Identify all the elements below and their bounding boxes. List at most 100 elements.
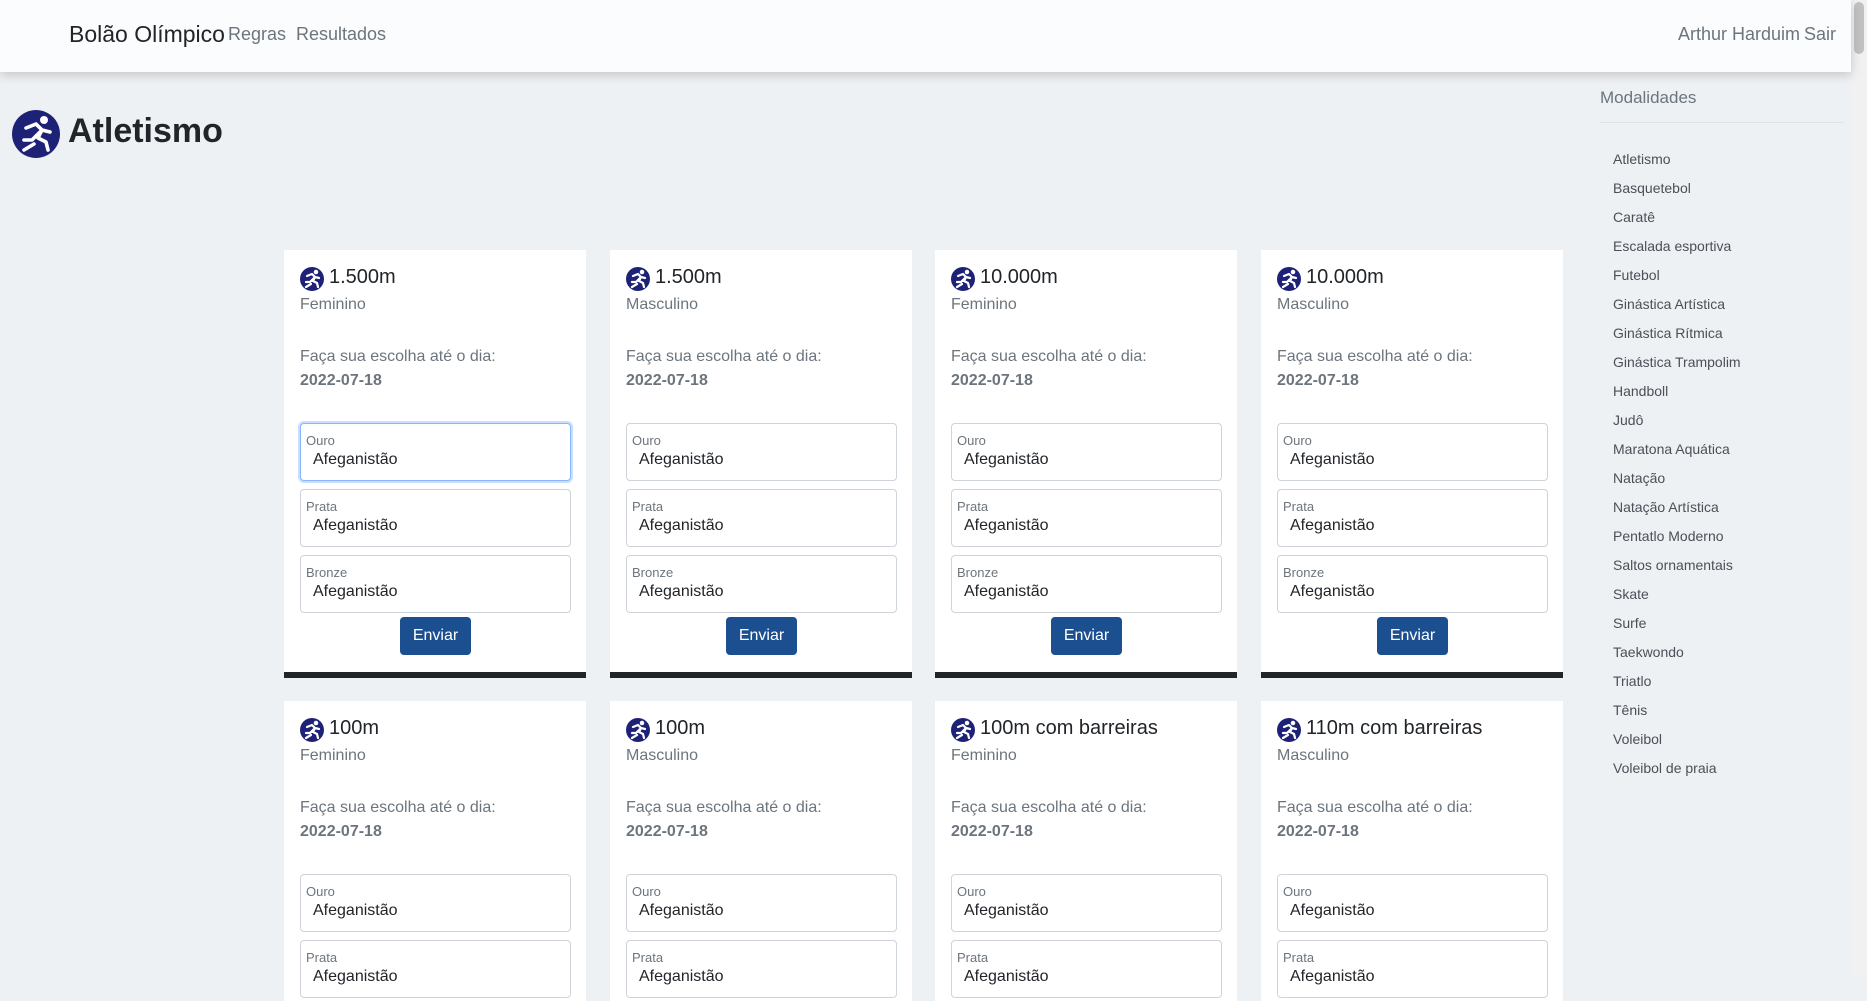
- runner-icon: [300, 267, 324, 291]
- gold-label: Ouro: [306, 433, 335, 448]
- event-gender: Feminino: [951, 296, 1017, 313]
- submit-button[interactable]: Enviar: [1377, 617, 1448, 655]
- scrollbar-thumb[interactable]: [1854, 2, 1864, 54]
- silver-select[interactable]: Prata Afeganistão: [951, 489, 1222, 547]
- scrollbar[interactable]: [1851, 0, 1867, 977]
- navbar: Bolão Olímpico Regras Resultados Arthur …: [0, 0, 1851, 72]
- sidebar-item[interactable]: Ginástica Rítmica: [1613, 319, 1845, 348]
- gold-value: Afeganistão: [313, 451, 398, 468]
- sidebar-item[interactable]: Maratona Aquática: [1613, 435, 1845, 464]
- submit-button[interactable]: Enviar: [1051, 617, 1122, 655]
- event-gender: Masculino: [626, 747, 699, 764]
- sidebar-item[interactable]: Voleibol de praia: [1613, 754, 1845, 783]
- bronze-select[interactable]: Bronze Afeganistão: [1277, 555, 1548, 613]
- runner-icon: [626, 718, 650, 742]
- silver-select[interactable]: Prata Afeganistão: [951, 940, 1222, 998]
- runner-icon: [12, 110, 60, 158]
- sidebar-item[interactable]: Tênis: [1613, 696, 1845, 725]
- deadline-date: 2022-07-18: [626, 372, 708, 389]
- bronze-label: Bronze: [306, 565, 348, 580]
- gold-value: Afeganistão: [1290, 451, 1375, 468]
- bronze-value: Afeganistão: [313, 583, 398, 600]
- event-card: 10.000m Masculino Faça sua escolha até o d…: [1261, 250, 1563, 678]
- sidebar-item[interactable]: Natação: [1613, 464, 1845, 493]
- nav-link-regras[interactable]: Regras: [228, 24, 286, 45]
- sidebar-item[interactable]: Judô: [1613, 406, 1845, 435]
- silver-select[interactable]: Prata Afeganistão: [626, 940, 897, 998]
- deadline-label: Faça sua escolha até o dia:: [300, 799, 496, 816]
- bronze-select[interactable]: Bronze Afeganistão: [300, 555, 571, 613]
- page-title: Atletismo: [68, 112, 223, 150]
- bronze-label: Bronze: [1283, 565, 1325, 580]
- gold-label: Ouro: [957, 884, 986, 899]
- bronze-value: Afeganistão: [1290, 583, 1375, 600]
- gold-select[interactable]: Ouro Afeganistão: [626, 874, 897, 932]
- sidebar-item[interactable]: Futebol: [1613, 261, 1845, 290]
- sidebar-item[interactable]: Taekwondo: [1613, 638, 1845, 667]
- sidebar-item[interactable]: Handboll: [1613, 377, 1845, 406]
- sidebar-item[interactable]: Caratê: [1613, 203, 1845, 232]
- deadline-label: Faça sua escolha até o dia:: [1277, 348, 1473, 365]
- runner-icon: [626, 267, 650, 291]
- silver-select[interactable]: Prata Afeganistão: [300, 489, 571, 547]
- gold-select[interactable]: Ouro Afeganistão: [626, 423, 897, 481]
- bronze-select[interactable]: Bronze Afeganistão: [951, 555, 1222, 613]
- event-title: 1.500m: [329, 266, 396, 288]
- gold-select[interactable]: Ouro Afeganistão: [1277, 874, 1548, 932]
- event-gender: Feminino: [951, 747, 1017, 764]
- event-card: 100m com barreiras Feminino Faça sua escol…: [935, 701, 1237, 1001]
- silver-value: Afeganistão: [1290, 968, 1375, 985]
- silver-label: Prata: [306, 950, 338, 965]
- sidebar-item[interactable]: Skate: [1613, 580, 1845, 609]
- runner-icon: [1277, 267, 1301, 291]
- runner-icon: [951, 267, 975, 291]
- event-title: 100m: [329, 717, 380, 739]
- gold-label: Ouro: [306, 884, 335, 899]
- nav-link-resultados[interactable]: Resultados: [296, 24, 386, 45]
- sidebar-item[interactable]: Triatlo: [1613, 667, 1845, 696]
- silver-label: Prata: [632, 950, 664, 965]
- event-card: 1.500m Masculino Faça sua escolha até o di…: [610, 250, 912, 678]
- deadline-date: 2022-07-18: [300, 823, 382, 840]
- sidebar-item[interactable]: Atletismo: [1613, 145, 1845, 174]
- gold-select[interactable]: Ouro Afeganistão: [300, 423, 571, 481]
- silver-select[interactable]: Prata Afeganistão: [1277, 940, 1548, 998]
- sidebar-item[interactable]: Ginástica Trampolim: [1613, 348, 1845, 377]
- submit-button[interactable]: Enviar: [400, 617, 471, 655]
- gold-select[interactable]: Ouro Afeganistão: [1277, 423, 1548, 481]
- silver-value: Afeganistão: [964, 517, 1049, 534]
- gold-select[interactable]: Ouro Afeganistão: [951, 423, 1222, 481]
- sidebar-item[interactable]: Ginástica Artística: [1613, 290, 1845, 319]
- event-gender: Masculino: [1277, 747, 1350, 764]
- sidebar-item[interactable]: Surfe: [1613, 609, 1845, 638]
- gold-label: Ouro: [1283, 433, 1312, 448]
- silver-select[interactable]: Prata Afeganistão: [1277, 489, 1548, 547]
- brand-link[interactable]: Bolão Olímpico: [69, 21, 225, 48]
- submit-button[interactable]: Enviar: [726, 617, 797, 655]
- silver-value: Afeganistão: [313, 968, 398, 985]
- gold-select[interactable]: Ouro Afeganistão: [300, 874, 571, 932]
- sidebar-item[interactable]: Escalada esportiva: [1613, 232, 1845, 261]
- gold-select[interactable]: Ouro Afeganistão: [951, 874, 1222, 932]
- sidebar-item[interactable]: Pentatlo Moderno: [1613, 522, 1845, 551]
- sidebar-item[interactable]: Basquetebol: [1613, 174, 1845, 203]
- event-title: 1.500m: [655, 266, 722, 288]
- event-gender: Feminino: [300, 747, 366, 764]
- silver-select[interactable]: Prata Afeganistão: [626, 489, 897, 547]
- sidebar-item[interactable]: Natação Artística: [1613, 493, 1845, 522]
- silver-value: Afeganistão: [639, 968, 724, 985]
- bronze-select[interactable]: Bronze Afeganistão: [626, 555, 897, 613]
- deadline-label: Faça sua escolha até o dia:: [626, 348, 822, 365]
- sidebar-item[interactable]: Saltos ornamentais: [1613, 551, 1845, 580]
- deadline-label: Faça sua escolha até o dia:: [951, 799, 1147, 816]
- silver-label: Prata: [1283, 950, 1315, 965]
- silver-label: Prata: [957, 950, 989, 965]
- logout-link[interactable]: Sair: [1804, 24, 1836, 45]
- event-gender: Feminino: [300, 296, 366, 313]
- event-title: 100m com barreiras: [980, 717, 1158, 739]
- silver-value: Afeganistão: [313, 517, 398, 534]
- sidebar-item[interactable]: Voleibol: [1613, 725, 1845, 754]
- bronze-label: Bronze: [957, 565, 999, 580]
- user-name-link[interactable]: Arthur Harduim: [1678, 24, 1800, 45]
- silver-select[interactable]: Prata Afeganistão: [300, 940, 571, 998]
